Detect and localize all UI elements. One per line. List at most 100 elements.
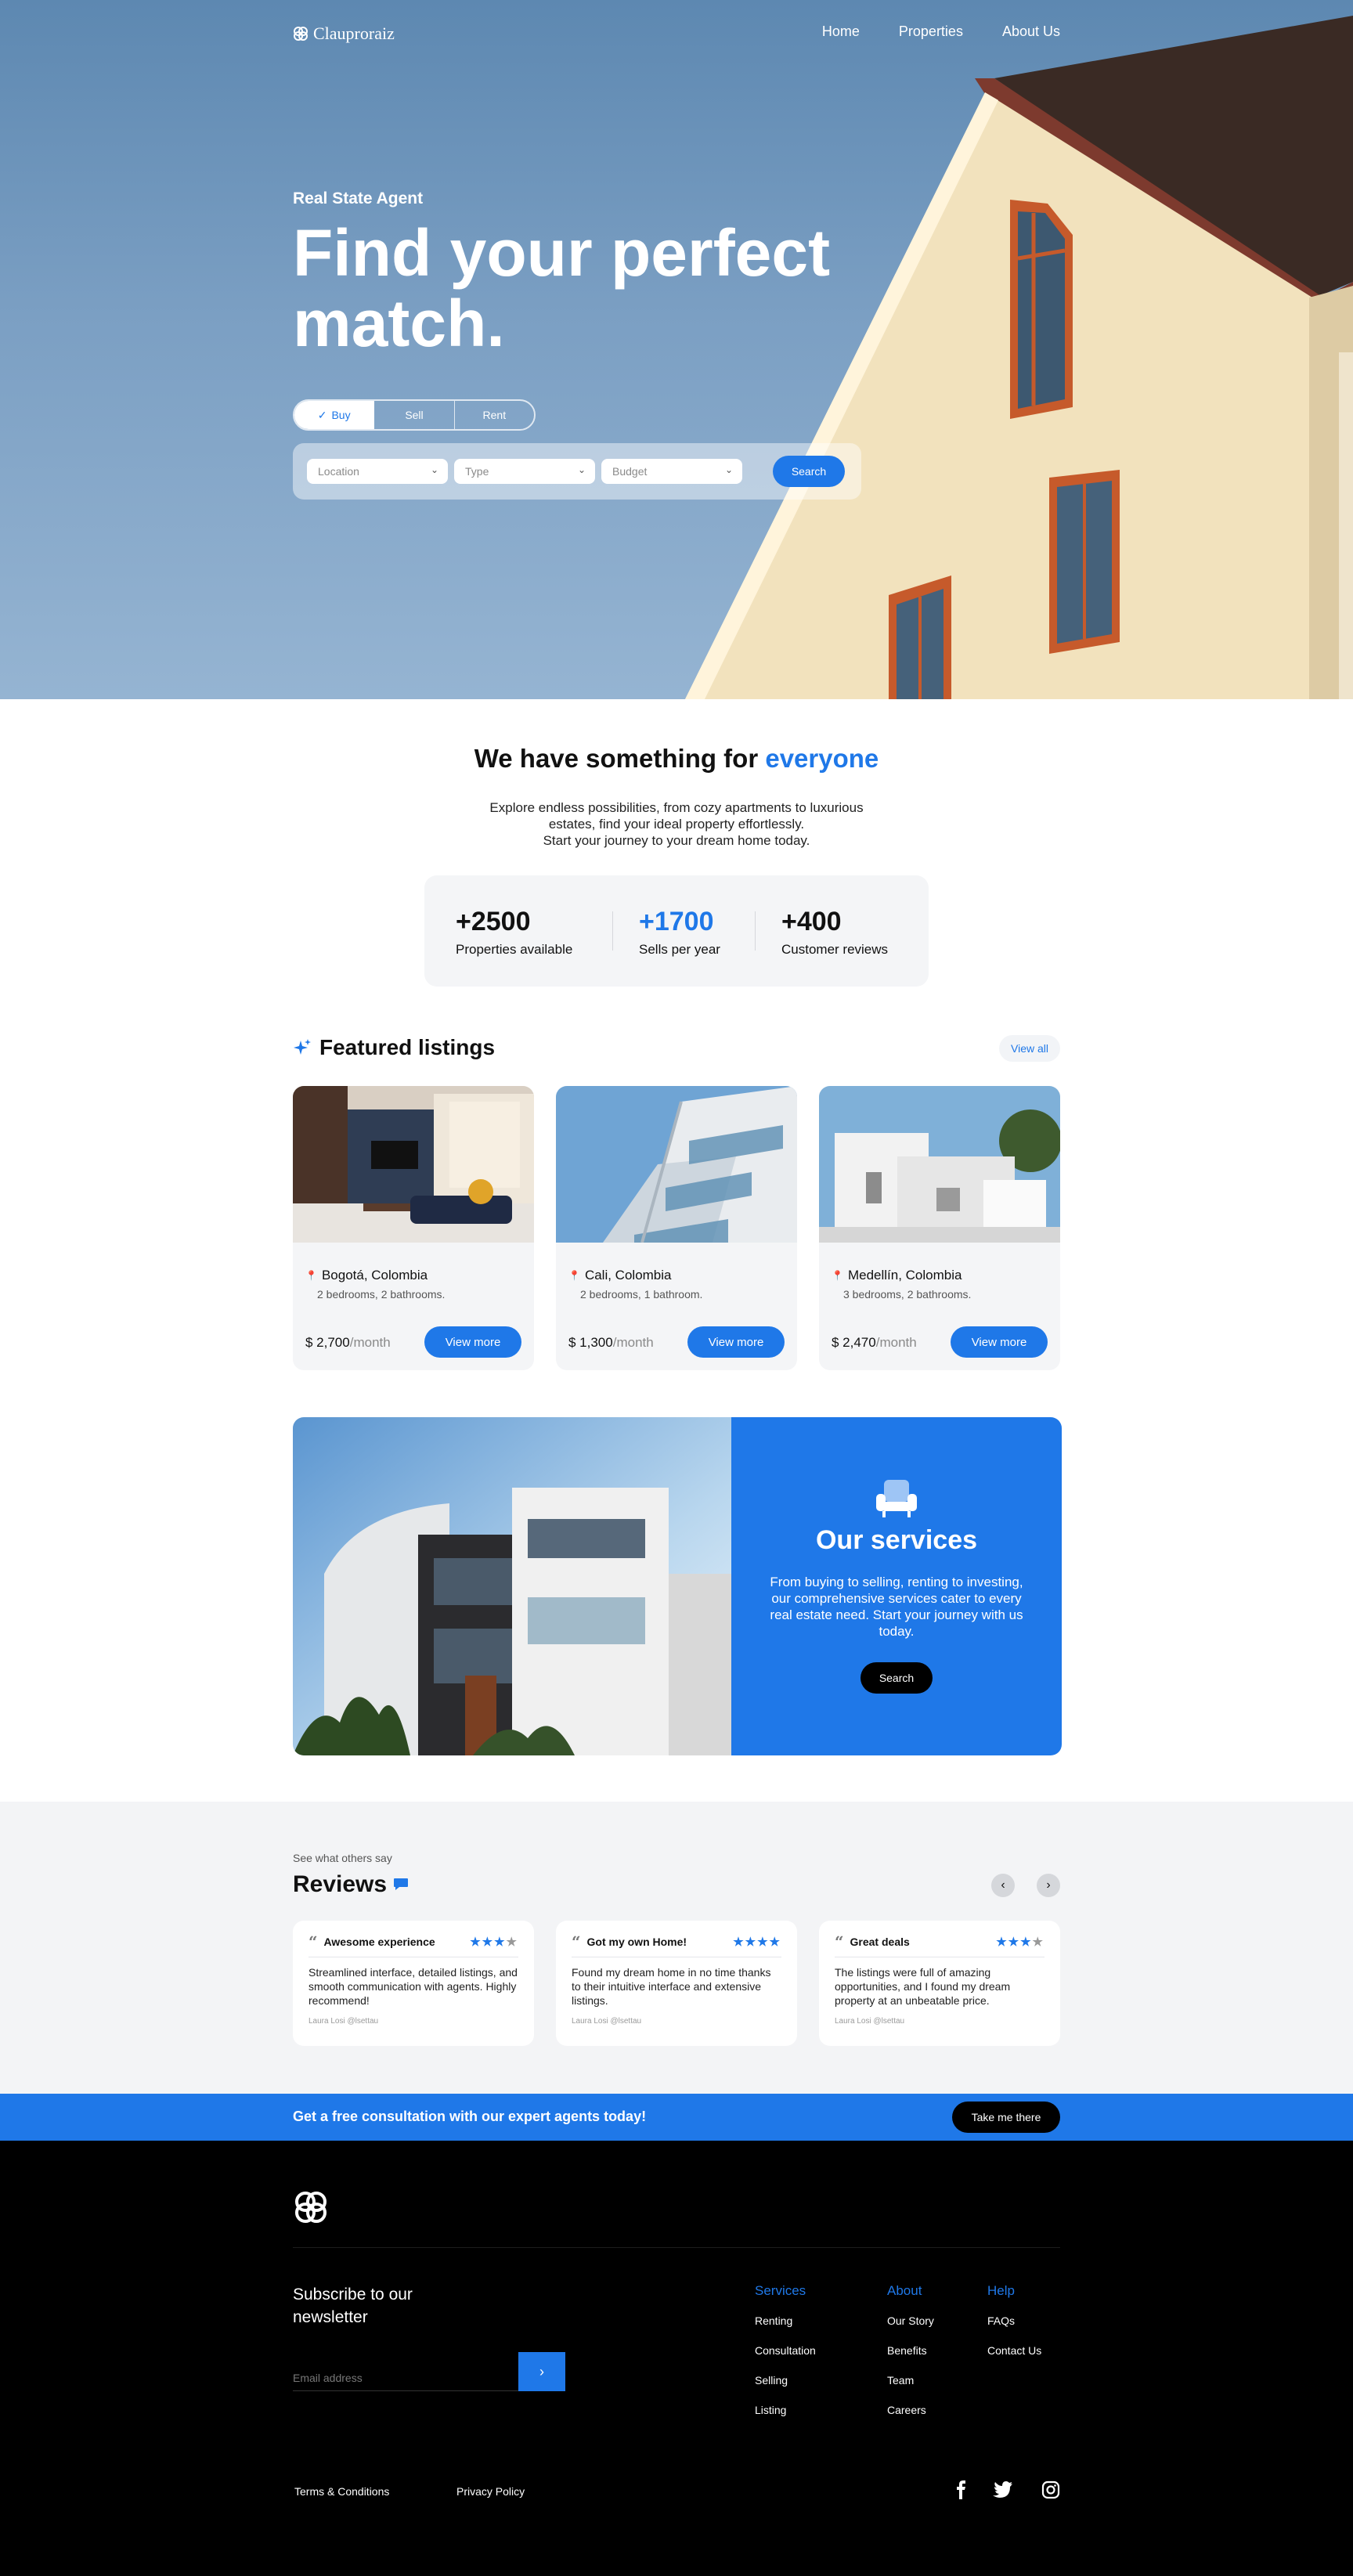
take-me-there-button[interactable]: Take me there [952,2102,1060,2133]
stat-label: Sells per year [639,942,720,957]
stat-properties: +2500 Properties available [456,907,572,958]
listing-price-period: /month [875,1335,917,1350]
location-select[interactable]: Location ⌄ [307,459,448,484]
listing-price-value: $ 1,300 [568,1335,613,1350]
footer-col-heading: About [887,2283,922,2298]
listing-card[interactable]: 📍 Cali, Colombia 2 bedrooms, 1 bathroom.… [556,1086,797,1370]
brand-logo[interactable]: Clauproraiz [293,23,395,44]
instagram-icon[interactable] [1041,2480,1060,2499]
reviews-title: Reviews [293,1871,388,1897]
terms-link[interactable]: Terms & Conditions [294,2485,389,2498]
hero-eyebrow: Real State Agent [293,189,424,207]
tab-rent[interactable]: Rent [455,401,534,429]
tab-buy-label: Buy [331,409,351,421]
quote-icon: “ [308,1932,318,1951]
quote-icon: “ [572,1932,581,1951]
review-text: The listings were full of amazing opport… [835,1966,1011,2007]
services-search-button[interactable]: Search [861,1662,933,1694]
view-more-button[interactable]: View more [424,1326,521,1358]
review-stars: ★★★★ [996,1936,1045,1949]
listing-card[interactable]: 📍 Bogotá, Colombia 2 bedrooms, 2 bathroo… [293,1086,534,1370]
newsletter-line2: newsletter [293,2308,368,2326]
type-select[interactable]: Type ⌄ [454,459,595,484]
nav-home[interactable]: Home [822,23,860,40]
search-bar: Location ⌄ Type ⌄ Budget ⌄ Search [293,443,861,500]
footer-link[interactable]: Team [887,2374,934,2387]
search-button[interactable]: Search [773,456,845,487]
quote-icon: “ [835,1932,844,1951]
location-pin-icon: 📍 [568,1270,580,1281]
chevron-down-icon: ⌄ [430,464,438,475]
review-author: Laura Losi @lsettau [835,2017,905,2026]
tab-rent-label: Rent [482,409,507,421]
stat-value: +2500 [456,907,531,936]
review-card: “ Great deals ★★★★ The listings were ful… [819,1921,1060,2046]
tab-sell[interactable]: Sell [374,401,455,429]
intro-line3: Start your journey to your dream home to… [543,833,810,848]
chevron-down-icon: ⌄ [724,464,733,475]
tab-buy[interactable]: ✓ Buy [294,401,375,429]
nav-links: Home Properties About Us [822,23,1060,40]
listing-image [293,1086,534,1243]
footer-link[interactable]: Renting [755,2314,816,2327]
stat-divider [755,911,756,951]
review-title: Got my own Home! [586,1936,687,1948]
hero-headline-line2: match. [293,287,505,360]
services-title: Our services [815,1525,978,1555]
footer-link[interactable]: Our Story [887,2314,934,2327]
view-more-button[interactable]: View more [951,1326,1048,1358]
budget-select[interactable]: Budget ⌄ [601,459,742,484]
footer-col-services: Services Renting Consultation Selling Li… [755,2283,816,2433]
intro-line1: Explore endless possibilities, from cozy… [489,800,864,815]
twitter-icon[interactable] [993,2480,1013,2499]
listing-price: $ 2,700/month [305,1335,391,1351]
review-author: Laura Losi @lsettau [308,2017,379,2026]
footer-logo-icon [295,2192,327,2223]
listing-rooms: 2 bedrooms, 1 bathroom. [580,1288,703,1301]
listing-city-label: Bogotá, Colombia [321,1268,428,1283]
reviews-next-button[interactable]: › [1037,1874,1060,1897]
reviews-heading: Reviews [293,1871,409,1898]
listing-city-label: Cali, Colombia [584,1268,672,1283]
footer-link[interactable]: Contact Us [987,2344,1041,2357]
footer-link[interactable]: Listing [755,2404,816,2416]
footer-link[interactable]: Consultation [755,2344,816,2357]
services-image [293,1417,731,1755]
services-section: Our services From buying to selling, ren… [293,1417,1062,1755]
privacy-link[interactable]: Privacy Policy [456,2485,525,2498]
listing-price-value: $ 2,470 [832,1335,876,1350]
stat-label: Customer reviews [781,942,889,957]
featured-title: Featured listings [319,1035,496,1059]
footer-col-about: About Our Story Benefits Team Careers [887,2283,934,2433]
listing-image [556,1086,797,1243]
stat-label: Properties available [456,942,573,957]
listing-price-period: /month [349,1335,391,1350]
facebook-icon[interactable] [954,2480,969,2499]
nav-about-us[interactable]: About Us [1002,23,1060,40]
footer-col-help: Help FAQs Contact Us [987,2283,1041,2374]
review-title: Great deals [850,1936,910,1948]
brand-name: Clauproraiz [313,23,395,43]
footer-link[interactable]: Selling [755,2374,816,2387]
footer-link[interactable]: FAQs [987,2314,1041,2327]
hero-section: Clauproraiz Home Properties About Us Rea… [0,0,1353,699]
view-all-button[interactable]: View all [999,1035,1060,1062]
check-icon: ✓ [317,408,327,421]
reviews-prev-button[interactable]: ‹ [991,1874,1015,1897]
review-stars: ★★★★ [470,1936,518,1949]
intro-title: We have something for everyone [0,744,1353,774]
listing-city: 📍 Cali, Colombia [568,1268,672,1283]
type-select-label: Type [465,465,489,478]
review-text: Streamlined interface, detailed listings… [308,1966,518,2007]
chat-bubble-icon [394,1878,409,1890]
footer-link[interactable]: Careers [887,2404,934,2416]
listing-card[interactable]: 📍 Medellín, Colombia 3 bedrooms, 2 bathr… [819,1086,1060,1370]
listing-price: $ 2,470/month [832,1335,917,1351]
email-field[interactable] [293,2352,518,2391]
listing-price-value: $ 2,700 [305,1335,350,1350]
nav-properties[interactable]: Properties [899,23,963,40]
view-more-button[interactable]: View more [687,1326,785,1358]
chevron-right-icon: › [539,2363,544,2379]
subscribe-button[interactable]: › [518,2352,565,2391]
footer-link[interactable]: Benefits [887,2344,934,2357]
